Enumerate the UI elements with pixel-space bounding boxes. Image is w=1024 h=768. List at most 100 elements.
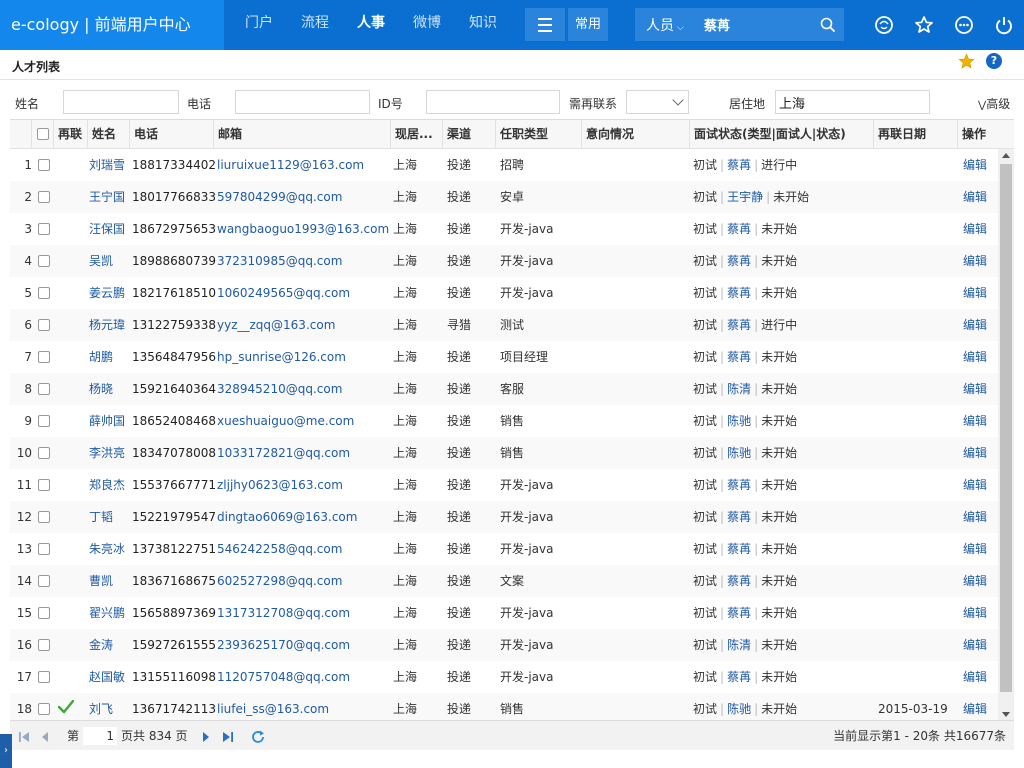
vertical-scrollbar[interactable] xyxy=(998,149,1014,720)
interviewer-link[interactable]: 蔡苒 xyxy=(727,478,751,492)
sidebar-toggle[interactable]: › xyxy=(0,734,12,768)
candidate-name-link[interactable]: 赵国敏 xyxy=(89,661,130,693)
row-checkbox[interactable] xyxy=(38,287,50,299)
row-checkbox[interactable] xyxy=(38,703,50,715)
menu-button[interactable] xyxy=(525,8,565,41)
table-row[interactable]: 10 李洪亮 18347078008 1033172821@qq.com 上海 投递 销售 初… xyxy=(10,437,998,469)
candidate-name-link[interactable]: 翟兴鹏 xyxy=(89,597,130,629)
residence-filter-input[interactable] xyxy=(775,90,930,114)
candidate-name-link[interactable]: 李洪亮 xyxy=(89,437,130,469)
edit-link[interactable]: 编辑 xyxy=(963,149,998,181)
table-row[interactable]: 12 丁韬 15221979547 dingtao6069@163.com 上海 投递 开发… xyxy=(10,501,998,533)
table-row[interactable]: 3 汪保国 18672975653 wangbaoguo1993@163.com 上海 投… xyxy=(10,213,998,245)
candidate-name-link[interactable]: 曹凯 xyxy=(89,565,130,597)
row-checkbox[interactable] xyxy=(38,159,50,171)
candidate-email-link[interactable]: 597804299@qq.com xyxy=(217,181,391,213)
candidate-name-link[interactable]: 杨晓 xyxy=(89,373,130,405)
row-checkbox[interactable] xyxy=(38,415,50,427)
edit-link[interactable]: 编辑 xyxy=(963,213,998,245)
candidate-name-link[interactable]: 吴凯 xyxy=(89,245,130,277)
table-row[interactable]: 16 金涛 15927261555 2393625170@qq.com 上海 投递 开发-j… xyxy=(10,629,998,661)
help-icon[interactable]: ? xyxy=(986,53,1002,69)
nav-item-portal[interactable]: 门户 xyxy=(245,0,273,50)
candidate-name-link[interactable]: 郑良杰 xyxy=(89,469,130,501)
interviewer-link[interactable]: 王宇静 xyxy=(727,190,763,204)
candidate-email-link[interactable]: dingtao6069@163.com xyxy=(217,501,391,533)
advanced-search-toggle[interactable]: ⋁高级 xyxy=(978,95,1010,112)
interviewer-link[interactable]: 陈驰 xyxy=(727,414,751,428)
candidate-email-link[interactable]: 1317312708@qq.com xyxy=(217,597,391,629)
candidate-name-link[interactable]: 刘瑞雪 xyxy=(89,149,130,181)
row-checkbox[interactable] xyxy=(38,671,50,683)
more-button[interactable] xyxy=(944,0,984,50)
candidate-email-link[interactable]: 372310985@qq.com xyxy=(217,245,391,277)
edit-link[interactable]: 编辑 xyxy=(963,341,998,373)
candidate-email-link[interactable]: 328945210@qq.com xyxy=(217,373,391,405)
edit-link[interactable]: 编辑 xyxy=(963,181,998,213)
header-position[interactable]: 任职类型 xyxy=(496,120,582,149)
table-row[interactable]: 13 朱亮冰 13738122751 546242258@qq.com 上海 投递 开发-j… xyxy=(10,533,998,565)
scroll-thumb[interactable] xyxy=(1000,164,1012,692)
nav-item-hr[interactable]: 人事 xyxy=(357,0,385,50)
last-page-button[interactable] xyxy=(222,721,234,751)
refresh-button[interactable] xyxy=(250,721,266,751)
candidate-name-link[interactable]: 胡鹏 xyxy=(89,341,130,373)
header-channel[interactable]: 渠道 xyxy=(443,120,496,149)
first-page-button[interactable] xyxy=(18,721,30,751)
header-residence[interactable]: 现居... xyxy=(391,120,443,149)
table-row[interactable]: 8 杨晓 15921640364 328945210@qq.com 上海 投递 客服 初试 | 陈… xyxy=(10,373,998,405)
edit-link[interactable]: 编辑 xyxy=(963,277,998,309)
interviewer-link[interactable]: 蔡苒 xyxy=(727,606,751,620)
edit-link[interactable]: 编辑 xyxy=(963,309,998,341)
edit-link[interactable]: 编辑 xyxy=(963,373,998,405)
interviewer-link[interactable]: 蔡苒 xyxy=(727,318,751,332)
table-row[interactable]: 18 刘飞 13671742113 liufei_ss@163.com 上海 投递 销售 初试… xyxy=(10,693,998,720)
candidate-email-link[interactable]: xueshuaiguo@me.com xyxy=(217,405,391,437)
compass-button[interactable] xyxy=(864,0,904,50)
brand-title[interactable]: e-cology | 前端用户中心 xyxy=(0,0,224,50)
table-row[interactable]: 6 杨元瑋 13122759338 yyz__zqq@163.com 上海 寻猎 测试 初试 |… xyxy=(10,309,998,341)
header-phone[interactable]: 电话 xyxy=(130,120,214,149)
name-filter-input[interactable] xyxy=(63,90,179,114)
candidate-name-link[interactable]: 姜云鹏 xyxy=(89,277,130,309)
header-recontact-date[interactable]: 再联日期 xyxy=(874,120,958,149)
table-row[interactable]: 4 吴凯 18988680739 372310985@qq.com 上海 投递 开发-jav… xyxy=(10,245,998,277)
select-all-checkbox[interactable] xyxy=(37,128,49,140)
interviewer-link[interactable]: 蔡苒 xyxy=(727,670,751,684)
table-row[interactable]: 11 郑良杰 15537667771 zljjhy0623@163.com 上海 投递 开发… xyxy=(10,469,998,501)
interviewer-link[interactable]: 蔡苒 xyxy=(727,286,751,300)
candidate-email-link[interactable]: 602527298@qq.com xyxy=(217,565,391,597)
scroll-down-icon[interactable] xyxy=(1002,712,1010,717)
interviewer-link[interactable]: 陈清 xyxy=(727,638,751,652)
row-checkbox[interactable] xyxy=(38,447,50,459)
search-category-select[interactable]: 人员 ⌵ xyxy=(635,15,697,35)
nav-item-workflow[interactable]: 流程 xyxy=(301,0,329,50)
edit-link[interactable]: 编辑 xyxy=(963,469,998,501)
phone-filter-input[interactable] xyxy=(235,90,370,114)
candidate-name-link[interactable]: 丁韬 xyxy=(89,501,130,533)
row-checkbox[interactable] xyxy=(38,191,50,203)
header-name[interactable]: 姓名 xyxy=(88,120,130,149)
interviewer-link[interactable]: 蔡苒 xyxy=(727,574,751,588)
nav-item-knowledge[interactable]: 知识 xyxy=(469,0,497,50)
candidate-name-link[interactable]: 王宁国 xyxy=(89,181,130,213)
edit-link[interactable]: 编辑 xyxy=(963,437,998,469)
row-checkbox[interactable] xyxy=(38,255,50,267)
candidate-name-link[interactable]: 薛帅国 xyxy=(89,405,130,437)
search-button[interactable] xyxy=(811,8,844,41)
interviewer-link[interactable]: 陈清 xyxy=(727,382,751,396)
row-checkbox[interactable] xyxy=(38,607,50,619)
candidate-email-link[interactable]: 1060249565@qq.com xyxy=(217,277,391,309)
header-recontact[interactable]: 再联 xyxy=(54,120,88,149)
header-interview-status[interactable]: 面试状态(类型|面试人|状态) xyxy=(690,120,874,149)
candidate-name-link[interactable]: 杨元瑋 xyxy=(89,309,130,341)
row-checkbox[interactable] xyxy=(38,223,50,235)
candidate-name-link[interactable]: 金涛 xyxy=(89,629,130,661)
header-email[interactable]: 邮箱 xyxy=(214,120,391,149)
prev-page-button[interactable] xyxy=(40,721,50,751)
favorites-button[interactable] xyxy=(904,0,944,50)
candidate-email-link[interactable]: hp_sunrise@126.com xyxy=(217,341,391,373)
search-input[interactable] xyxy=(697,8,807,41)
table-row[interactable]: 9 薛帅国 18652408468 xueshuaiguo@me.com 上海 投递 销售 初… xyxy=(10,405,998,437)
candidate-email-link[interactable]: zljjhy0623@163.com xyxy=(217,469,391,501)
